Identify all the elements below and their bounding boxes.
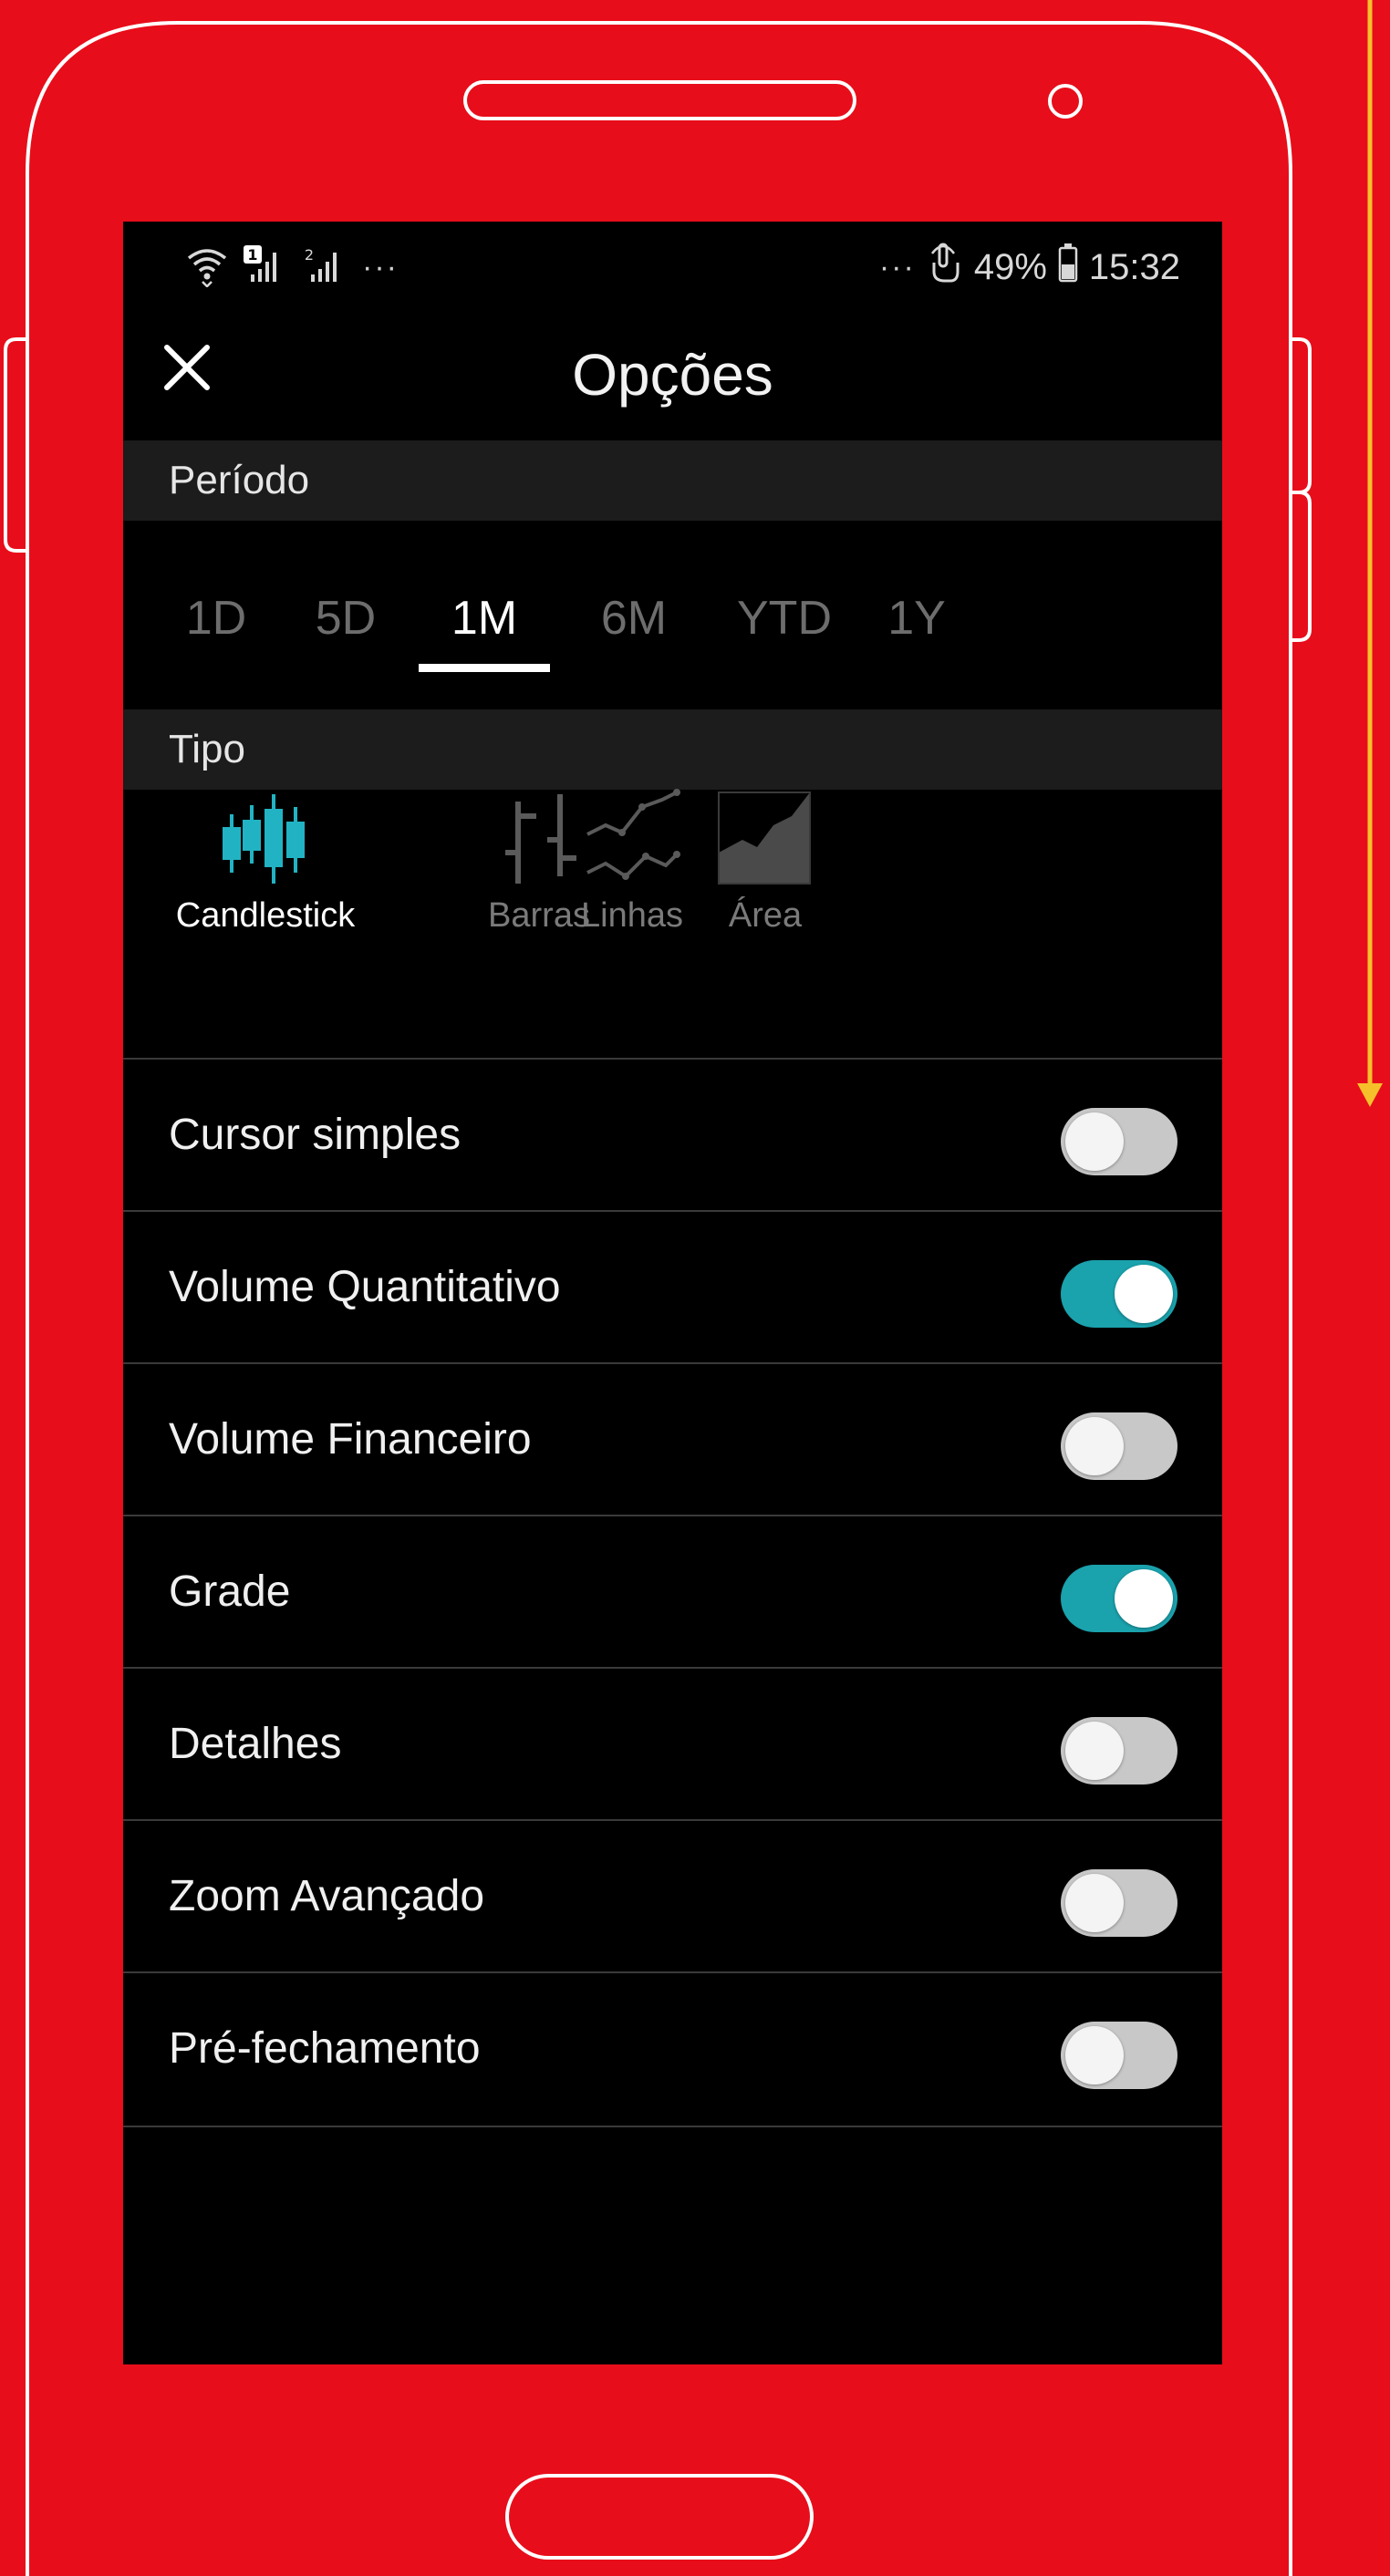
wifi-icon bbox=[185, 243, 229, 292]
chart-type-candlestick[interactable]: Candlestick bbox=[174, 789, 357, 971]
option-label: Pré-fechamento bbox=[169, 2024, 481, 2073]
toggle-knob bbox=[1115, 1569, 1173, 1628]
tab-1m[interactable]: 1M bbox=[420, 522, 548, 705]
lines-icon bbox=[586, 789, 680, 880]
signal-sim1-icon: 1 bbox=[242, 243, 289, 292]
chart-type-label-area: Área bbox=[728, 896, 803, 935]
option-row-detalhes: Detalhes bbox=[123, 1667, 1222, 1819]
status-bar: 1 2 ··· ··· 49% 15:32 bbox=[123, 222, 1222, 313]
sim2-badge: 2 bbox=[305, 246, 314, 264]
battery-percent: 49% bbox=[973, 246, 1047, 287]
close-button[interactable] bbox=[150, 331, 223, 404]
status-left-more: ··· bbox=[362, 249, 399, 284]
signal-sim2-icon: 2 bbox=[302, 243, 349, 292]
phone-screen: 1 2 ··· ··· 49% 15:32 Opções Período 1D … bbox=[123, 222, 1222, 2364]
status-right-more: ··· bbox=[878, 249, 916, 284]
toggle-knob bbox=[1065, 1722, 1124, 1780]
chart-type-lines[interactable]: Linhas bbox=[550, 789, 714, 971]
tab-ytd[interactable]: YTD bbox=[721, 522, 848, 705]
speaker-grille bbox=[463, 80, 856, 120]
section-header-type: Tipo bbox=[123, 709, 1222, 790]
toggle-volume-quantitativo[interactable] bbox=[1061, 1260, 1177, 1328]
toggle-knob bbox=[1065, 1112, 1124, 1171]
home-button bbox=[505, 2474, 814, 2560]
tab-5d[interactable]: 5D bbox=[300, 522, 391, 705]
option-row-grade: Grade bbox=[123, 1515, 1222, 1667]
tab-6m[interactable]: 6M bbox=[579, 522, 689, 705]
area-icon bbox=[718, 791, 811, 885]
list-divider bbox=[123, 2126, 1222, 2127]
tab-1y[interactable]: 1Y bbox=[871, 522, 962, 705]
toggle-volume-financeiro[interactable] bbox=[1061, 1412, 1177, 1480]
status-left-icons: 1 2 ··· bbox=[185, 242, 399, 293]
option-label: Cursor simples bbox=[169, 1111, 462, 1159]
chart-type-area[interactable]: Área bbox=[692, 789, 838, 971]
touch-icon bbox=[927, 241, 963, 294]
option-label: Zoom Avançado bbox=[169, 1872, 485, 1920]
toggle-zoom-avancado[interactable] bbox=[1061, 1869, 1177, 1937]
option-row-zoom-avancado: Zoom Avançado bbox=[123, 1819, 1222, 1971]
option-row-volume-financeiro: Volume Financeiro bbox=[123, 1362, 1222, 1515]
candlestick-icon bbox=[223, 794, 305, 884]
chart-type-label-candlestick: Candlestick bbox=[175, 896, 356, 935]
option-label: Grade bbox=[169, 1567, 291, 1616]
page-title: Opções bbox=[572, 342, 773, 408]
period-tabs: 1D 5D 1M 6M YTD 1Y bbox=[123, 522, 1222, 705]
toggle-grade[interactable] bbox=[1061, 1565, 1177, 1632]
sim1-badge: 1 bbox=[247, 246, 257, 264]
clock: 15:32 bbox=[1088, 246, 1180, 287]
toggle-pre-fechamento[interactable] bbox=[1061, 2022, 1177, 2089]
status-right-icons: ··· 49% 15:32 bbox=[879, 242, 1180, 293]
toggle-knob bbox=[1065, 2026, 1124, 2085]
scroll-indicator-arrow bbox=[1357, 1083, 1383, 1107]
toggle-knob bbox=[1065, 1417, 1124, 1475]
option-label: Detalhes bbox=[169, 1720, 342, 1768]
active-tab-indicator bbox=[419, 664, 550, 672]
tab-1d[interactable]: 1D bbox=[171, 522, 262, 705]
section-header-period: Período bbox=[123, 440, 1222, 521]
toggle-cursor-simples[interactable] bbox=[1061, 1108, 1177, 1175]
close-icon bbox=[164, 345, 210, 390]
option-row-cursor-simples: Cursor simples bbox=[123, 1058, 1222, 1210]
battery-icon bbox=[1058, 243, 1078, 292]
chart-type-label-lines: Linhas bbox=[581, 896, 683, 935]
app-header: Opções bbox=[123, 313, 1222, 440]
chart-type-selector: Candlestick Barras Linhas Área bbox=[123, 789, 1222, 971]
front-camera bbox=[1048, 84, 1083, 119]
option-label: Volume Financeiro bbox=[169, 1415, 532, 1464]
option-label: Volume Quantitativo bbox=[169, 1263, 561, 1311]
toggle-knob bbox=[1065, 1874, 1124, 1932]
toggle-detalhes[interactable] bbox=[1061, 1717, 1177, 1785]
option-row-pre-fechamento: Pré-fechamento bbox=[123, 1971, 1222, 2124]
toggle-knob bbox=[1115, 1265, 1173, 1323]
option-row-volume-quantitativo: Volume Quantitativo bbox=[123, 1210, 1222, 1362]
